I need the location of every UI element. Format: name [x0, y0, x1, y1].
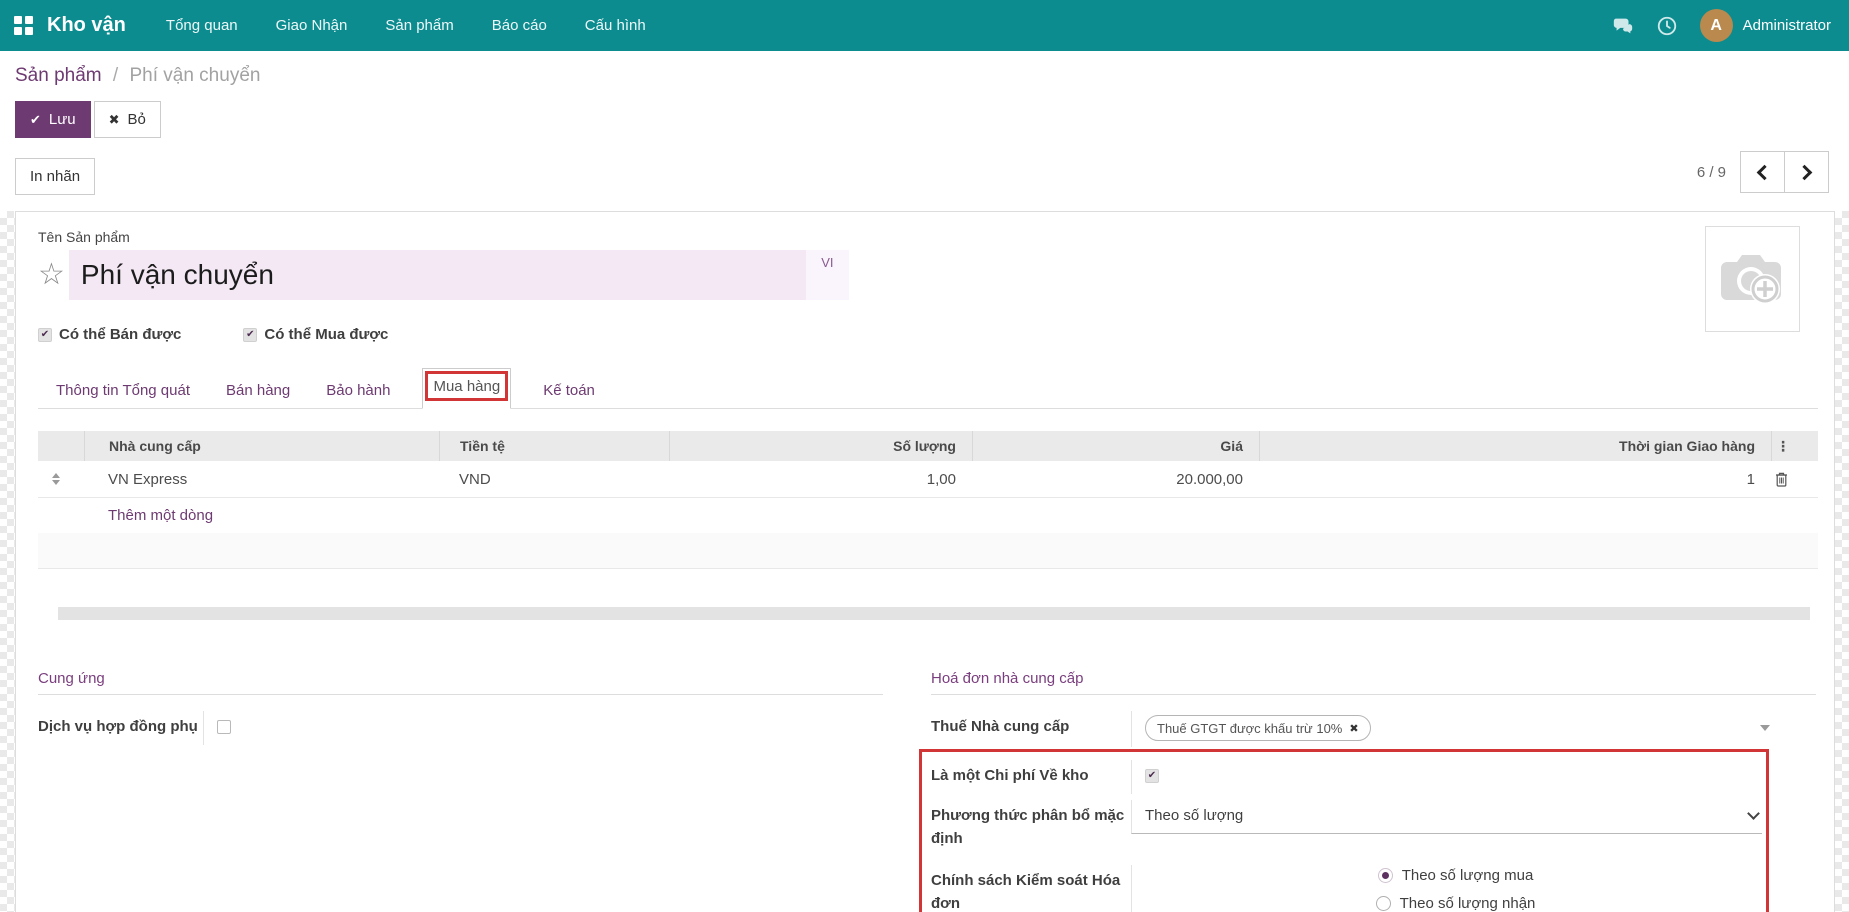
can-be-sold-checkbox[interactable]: ✔ Có thể Bán được	[38, 326, 181, 343]
tab-general-information[interactable]: Thông tin Tổng quát	[54, 373, 192, 408]
left-margin	[0, 211, 15, 912]
chevron-right-icon	[1797, 164, 1813, 180]
check-icon: ✔	[30, 112, 41, 128]
drag-handle-icon[interactable]	[52, 473, 84, 485]
form-sheet: Tên Sản phẩm ☆ VI ✔ Có thể Bán được ✔ Có…	[15, 211, 1835, 912]
column-header-price[interactable]: Giá	[972, 431, 1259, 461]
user-avatar[interactable]: A	[1700, 9, 1733, 42]
split-method-label: Phương thức phân bổ mặc định	[931, 800, 1131, 851]
tag-remove-icon[interactable]: ✖	[1349, 722, 1358, 735]
menu-transfers[interactable]: Giao Nhận	[274, 2, 350, 49]
vendor-pricelist-table: Nhà cung cấp Tiền tệ Số lượng Giá Thời g…	[38, 431, 1818, 569]
table-row: VN Express VND 1,00 20.000,00 1	[38, 461, 1818, 498]
messages-icon[interactable]	[1612, 15, 1634, 37]
pager: 6 / 9	[1697, 151, 1829, 193]
top-navbar: Kho vận Tổng quan Giao Nhận Sản phẩm Báo…	[0, 0, 1849, 51]
column-handle	[38, 431, 84, 461]
radio-unselected-icon	[1376, 896, 1391, 911]
subcontract-service-checkbox[interactable]	[217, 720, 231, 734]
tab-purchase[interactable]: Mua hàng	[422, 368, 511, 409]
menu-reporting[interactable]: Báo cáo	[490, 2, 549, 49]
tab-accounting[interactable]: Kế toán	[541, 373, 597, 408]
control-policy-label: Chính sách Kiểm soát Hóa đơn	[931, 865, 1131, 912]
column-header-vendor[interactable]: Nhà cung cấp	[84, 431, 439, 461]
breadcrumb: Sản phẩm / Phí vận chuyển	[15, 65, 1849, 87]
dropdown-caret-icon[interactable]	[1760, 725, 1770, 731]
subcontract-service-label: Dịch vụ hợp đồng phụ	[38, 711, 203, 738]
menu-products[interactable]: Sản phẩm	[383, 2, 455, 49]
main-menu: Tổng quan Giao Nhận Sản phẩm Báo cáo Cấu…	[164, 2, 648, 49]
menu-configuration[interactable]: Cấu hình	[583, 2, 648, 49]
product-image-upload[interactable]	[1705, 226, 1800, 332]
product-name-label: Tên Sản phẩm	[38, 229, 1818, 245]
select-chevron-icon	[1747, 807, 1760, 820]
column-header-currency[interactable]: Tiền tệ	[439, 431, 669, 461]
section-title-procurement: Cung ứng	[38, 670, 883, 695]
cell-currency[interactable]: VND	[439, 471, 669, 488]
can-be-purchased-checkbox[interactable]: ✔ Có thể Mua được	[243, 326, 388, 343]
pager-next-button[interactable]	[1784, 151, 1829, 193]
radio-on-ordered-quantities[interactable]: Theo số lượng mua	[1378, 867, 1534, 884]
cell-quantity[interactable]: 1,00	[669, 471, 972, 488]
add-a-line-link[interactable]: Thêm một dòng	[108, 507, 213, 524]
vendor-tax-label: Thuế Nhà cung cấp	[931, 711, 1131, 738]
section-title-vendor-bills: Hoá đơn nhà cung cấp	[931, 670, 1816, 695]
cell-vendor[interactable]: VN Express	[84, 471, 439, 488]
print-label-button[interactable]: In nhãn	[15, 158, 95, 195]
app-name[interactable]: Kho vận	[47, 14, 126, 37]
radio-on-received-quantities[interactable]: Theo số lượng nhận	[1376, 895, 1536, 912]
optional-columns-icon[interactable]: ⋮	[1776, 438, 1790, 455]
tab-warranty[interactable]: Bảo hành	[324, 373, 392, 408]
checkbox-checked-icon: ✔	[243, 328, 257, 342]
cell-delivery-lead-time[interactable]: 1	[1259, 471, 1771, 488]
radio-selected-icon	[1378, 868, 1393, 883]
split-method-select[interactable]: Theo số lượng	[1131, 800, 1762, 834]
control-panel: Sản phẩm / Phí vận chuyển ✔ Lưu ✖ Bỏ In …	[0, 51, 1849, 211]
apps-menu-icon[interactable]	[14, 16, 33, 35]
breadcrumb-current: Phí vận chuyển	[129, 65, 260, 86]
cell-price[interactable]: 20.000,00	[972, 471, 1259, 488]
vendor-tax-tag[interactable]: Thuế GTGT được khấu trừ 10% ✖	[1145, 715, 1371, 741]
menu-overview[interactable]: Tổng quan	[164, 2, 240, 49]
column-header-quantity[interactable]: Số lượng	[669, 431, 972, 461]
tab-sales[interactable]: Bán hàng	[224, 373, 292, 408]
chevron-left-icon	[1757, 164, 1773, 180]
pager-count: 6 / 9	[1697, 164, 1726, 181]
trash-icon[interactable]	[1775, 472, 1788, 487]
pager-previous-button[interactable]	[1740, 151, 1785, 193]
favorite-star-icon[interactable]: ☆	[38, 260, 65, 290]
breadcrumb-parent[interactable]: Sản phẩm	[15, 65, 102, 86]
right-margin	[1835, 211, 1849, 912]
notebook-tabs: Thông tin Tổng quát Bán hàng Bảo hành Mu…	[38, 371, 1818, 409]
camera-add-icon	[1717, 248, 1789, 310]
column-header-delivery-lead-time[interactable]: Thời gian Giao hàng	[1259, 431, 1771, 461]
empty-table-row	[38, 533, 1818, 569]
activities-clock-icon[interactable]	[1656, 15, 1678, 37]
save-button[interactable]: ✔ Lưu	[15, 101, 91, 138]
product-name-input[interactable]	[69, 250, 806, 300]
landed-cost-label: Là một Chi phí Về kho	[931, 760, 1131, 787]
close-icon: ✖	[109, 112, 120, 128]
horizontal-scrollbar[interactable]	[58, 607, 1810, 620]
translation-badge[interactable]: VI	[806, 250, 849, 300]
user-name[interactable]: Administrator	[1743, 17, 1831, 34]
breadcrumb-separator: /	[113, 65, 118, 86]
landed-cost-checkbox[interactable]: ✔	[1145, 769, 1159, 783]
annotation-box-fields: Là một Chi phí Về kho ✔ Phương thức phân…	[919, 749, 1769, 912]
checkbox-checked-icon: ✔	[38, 328, 52, 342]
discard-button[interactable]: ✖ Bỏ	[94, 101, 161, 138]
